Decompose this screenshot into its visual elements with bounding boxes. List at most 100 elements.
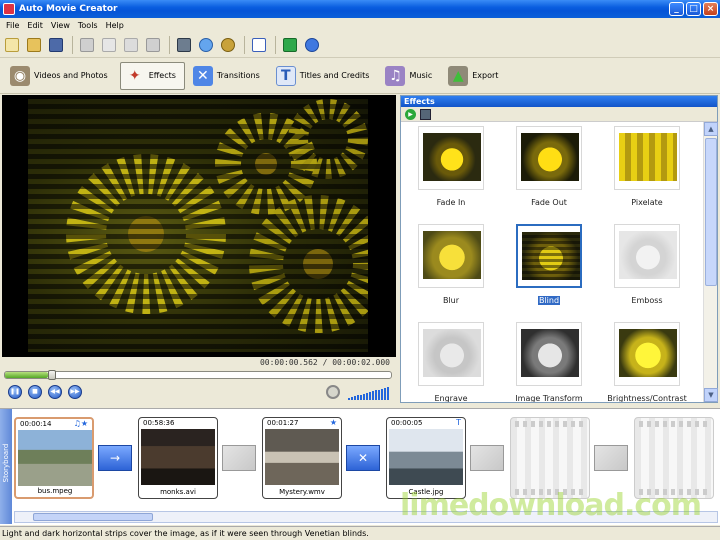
menu-tools[interactable]: Tools [74, 21, 102, 30]
storyboard-clip[interactable]: 00:00:14 ♫★ bus.mpeg [14, 417, 94, 499]
music-icon: ♫ [385, 65, 406, 86]
menu-file[interactable]: File [2, 21, 23, 30]
tab-transitions[interactable]: ✕ Transitions [189, 62, 268, 90]
timecode: 00:00:00.562 / 00:00:02.000 [2, 357, 396, 369]
effect-item[interactable]: Pixelate [599, 124, 695, 220]
storyboard-clip[interactable]: 00:00:05 T Castle.jpg [386, 417, 466, 499]
copy-button[interactable] [99, 35, 119, 55]
volume-slider[interactable] [348, 386, 392, 400]
effect-label-text: Blur [442, 296, 460, 305]
scroll-thumb[interactable] [705, 138, 717, 286]
search-button[interactable] [218, 35, 238, 55]
scroll-up-button[interactable]: ▲ [704, 122, 718, 136]
menu-help[interactable]: Help [102, 21, 128, 30]
effect-label: Fade In [403, 198, 499, 207]
clip-duration: 00:01:27 [267, 419, 299, 427]
minimize-button[interactable]: _ [669, 2, 684, 16]
effects-grid: Fade In Fade Out Pixelate Blur Blind Emboss En… [401, 122, 704, 402]
effect-item[interactable]: Blur [403, 222, 499, 318]
title-bar: Auto Movie Creator _ □ × [0, 0, 720, 18]
effect-label-text: Brightness/Contrast [607, 394, 687, 402]
effect-label: Blur [403, 296, 499, 305]
menu-edit[interactable]: Edit [23, 21, 47, 30]
comment-button[interactable] [196, 35, 216, 55]
effect-item[interactable]: Emboss [599, 222, 695, 318]
capture-button[interactable] [174, 35, 194, 55]
transition-slot-empty[interactable] [470, 445, 504, 471]
tab-videos-photos[interactable]: ◉ Videos and Photos [6, 62, 116, 90]
effect-item[interactable]: Fade Out [501, 124, 597, 220]
effect-item[interactable]: Fade In [403, 124, 499, 220]
storyboard-scrollbar[interactable] [14, 511, 718, 523]
effects-panel: Effects ▶ Fade In Fade Out Pixelate Blur Bli… [400, 95, 718, 403]
clip-thumbnail [389, 429, 463, 485]
close-button[interactable]: × [703, 2, 718, 16]
effect-label: Image Transform [501, 394, 597, 402]
effect-thumbnail-frame [614, 322, 680, 386]
scroll-down-button[interactable]: ▼ [704, 388, 718, 402]
transition-slot-filled[interactable]: ✕ [346, 445, 380, 471]
open-button[interactable] [24, 35, 44, 55]
tab-music[interactable]: ♫ Music [381, 62, 440, 90]
cut-button[interactable] [77, 35, 97, 55]
save-icon [49, 37, 63, 52]
export-button[interactable] [280, 35, 300, 55]
effect-item[interactable]: Brightness/Contrast [599, 320, 695, 402]
volume-level-bar [372, 391, 374, 400]
empty-clip-slot[interactable] [510, 417, 590, 499]
new-button[interactable] [2, 35, 22, 55]
effect-thumbnail [619, 329, 677, 377]
play-effect-icon[interactable]: ▶ [405, 108, 416, 120]
storyboard-label-text: Storyboard [2, 443, 10, 483]
tab-titles-credits[interactable]: T Titles and Credits [272, 62, 378, 90]
storyboard-clip[interactable]: 00:58:36 monks.avi [138, 417, 218, 499]
delete-button[interactable] [143, 35, 163, 55]
effect-label: Fade Out [501, 198, 597, 207]
tab-export[interactable]: ▲ Export [444, 62, 506, 90]
previous-button[interactable]: ◀◀ [48, 385, 62, 399]
effect-label: Blind [501, 296, 597, 305]
volume-level-bar [354, 396, 356, 400]
stop-button[interactable]: ■ [28, 385, 42, 399]
transition-slot-empty[interactable] [222, 445, 256, 471]
save-button[interactable] [46, 35, 66, 55]
window-title: Auto Movie Creator [19, 4, 118, 14]
next-button[interactable]: ▶▶ [68, 385, 82, 399]
effect-label-text: Fade In [436, 198, 466, 207]
empty-clip-slot[interactable] [634, 417, 714, 499]
effect-item[interactable]: Engrave [403, 320, 499, 402]
seek-thumb[interactable] [48, 370, 57, 380]
effects-icon: ✦ [128, 67, 141, 84]
paste-button[interactable] [121, 35, 141, 55]
clip-name: monks.avi [160, 488, 196, 496]
effect-label-text: Pixelate [631, 198, 663, 207]
new-icon [5, 37, 19, 52]
transition-slot-filled[interactable]: → [98, 445, 132, 471]
maximize-button[interactable]: □ [686, 2, 701, 16]
preview-frame [28, 99, 368, 352]
film-strip-icon[interactable] [420, 108, 431, 120]
pause-button[interactable]: ❚❚ [8, 385, 22, 399]
effects-panel-header: Effects [401, 96, 717, 107]
menu-view[interactable]: View [47, 21, 74, 30]
effect-thumbnail-frame [418, 322, 484, 386]
effect-item[interactable]: Image Transform [501, 320, 597, 402]
effect-thumbnail [619, 231, 677, 279]
storyboard-label: Storyboard [0, 409, 12, 524]
tab-effects[interactable]: ✦ Effects [119, 61, 185, 90]
storyboard-scroll-thumb[interactable] [33, 513, 153, 521]
status-bar: Light and dark horizontal strips cover t… [0, 526, 720, 540]
effect-label-text: Emboss [631, 296, 663, 305]
effects-scrollbar[interactable]: ▲ ▼ [703, 122, 718, 402]
clip-thumbnail [18, 430, 92, 486]
paste-icon [124, 37, 138, 52]
transition-slot-empty[interactable] [594, 445, 628, 471]
seek-bar[interactable] [4, 370, 392, 380]
effect-thumbnail-frame [614, 126, 680, 190]
workflow-tabs: ◉ Videos and Photos ✦ Effects ✕ Transiti… [0, 58, 720, 94]
volume-icon[interactable] [326, 385, 340, 399]
storyboard-clip[interactable]: 00:01:27 ★ Mystery.wmv [262, 417, 342, 499]
help-button[interactable] [302, 35, 322, 55]
tasks-button[interactable] [249, 35, 269, 55]
effect-item[interactable]: Blind [501, 222, 597, 318]
